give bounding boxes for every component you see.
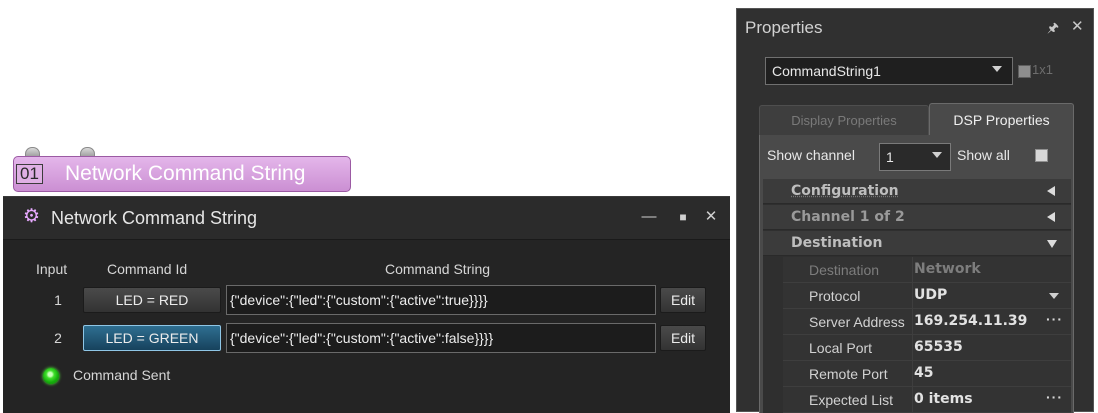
network-command-string-block[interactable]: 01 Network Command String <box>13 156 351 192</box>
minimize-icon[interactable]: — <box>641 209 657 225</box>
section-label: Channel 1 of 2 <box>791 209 905 225</box>
property-name: Remote Port <box>809 366 888 382</box>
property-row-server-address[interactable]: Server Address 169.254.11.39 ··· <box>783 309 1071 335</box>
close-icon[interactable]: ✕ <box>1071 17 1084 35</box>
section-label: Destination <box>791 235 883 251</box>
object-selector-value: CommandString1 <box>772 63 881 79</box>
column-header-input: Input <box>36 261 68 277</box>
ellipsis-icon[interactable]: ··· <box>1046 389 1063 405</box>
show-channel-select[interactable]: 1 <box>879 143 951 171</box>
row-input-number: 1 <box>54 292 62 308</box>
tab-display-properties[interactable]: Display Properties <box>759 105 929 135</box>
status-label: Command Sent <box>73 367 171 383</box>
pin-icon[interactable]: 🖈 <box>1047 19 1059 41</box>
chevron-down-icon <box>992 66 1002 72</box>
property-value: 45 <box>914 365 934 381</box>
edit-button[interactable]: Edit <box>660 287 706 313</box>
maximize-icon[interactable]: ■ <box>675 209 691 225</box>
dialog-title: Network Command String <box>51 208 258 228</box>
show-all-label: Show all <box>957 147 1010 163</box>
property-value: UDP <box>914 287 948 303</box>
grid-1x1-checkbox[interactable] <box>1018 65 1031 78</box>
row-input-number: 2 <box>54 330 62 346</box>
chevron-down-icon <box>1047 240 1057 248</box>
show-channel-value: 1 <box>886 149 894 165</box>
chevron-down-icon <box>932 152 942 158</box>
property-value: 169.254.11.39 <box>914 313 1028 329</box>
command-button-led-red[interactable]: LED = RED <box>83 287 221 313</box>
show-all-checkbox[interactable] <box>1035 149 1048 162</box>
property-name: Expected List <box>809 392 894 408</box>
property-name: Server Address <box>809 314 905 330</box>
close-icon[interactable]: ✕ <box>703 209 719 225</box>
property-grid: Configuration Channel 1 of 2 Destination… <box>763 179 1071 413</box>
properties-panel: Properties 🖈 ✕ CommandString1 1x1 Displa… <box>736 8 1094 413</box>
gear-icon: ⚙ <box>23 206 41 227</box>
object-selector[interactable]: CommandString1 <box>765 57 1013 85</box>
properties-title: Properties <box>745 18 823 37</box>
dialog-title-bar[interactable]: ⚙ Network Command String — ■ ✕ <box>3 197 730 240</box>
property-name: Destination <box>809 262 880 278</box>
property-row-local-port[interactable]: Local Port 65535 <box>783 335 1071 361</box>
status-led-icon <box>43 368 59 384</box>
block-number: 01 <box>16 164 43 184</box>
property-value: Network <box>914 261 981 277</box>
command-button-led-green[interactable]: LED = GREEN <box>83 325 221 351</box>
tab-dsp-properties[interactable]: DSP Properties <box>929 103 1074 135</box>
chevron-down-icon[interactable] <box>1049 293 1059 299</box>
show-channel-label: Show channel <box>767 147 855 163</box>
command-string-input[interactable]: {"device":{"led":{"custom":{"active":tru… <box>226 285 656 315</box>
section-configuration[interactable]: Configuration <box>763 179 1071 204</box>
property-row-remote-port[interactable]: Remote Port 45 <box>783 361 1071 387</box>
column-header-command-id: Command Id <box>107 261 188 277</box>
property-value: 65535 <box>914 339 963 355</box>
grid-1x1-label: 1x1 <box>1032 62 1053 77</box>
section-destination[interactable]: Destination <box>763 231 1071 256</box>
collapse-left-icon <box>1047 212 1055 222</box>
collapse-left-icon <box>1047 186 1055 196</box>
block-title: Network Command String <box>65 162 306 185</box>
network-command-string-dialog: ⚙ Network Command String — ■ ✕ Input Com… <box>3 196 730 413</box>
property-name: Protocol <box>809 288 861 304</box>
property-row-expected-list[interactable]: Expected List 0 items ··· <box>783 387 1071 413</box>
edit-button[interactable]: Edit <box>660 325 706 351</box>
section-channel[interactable]: Channel 1 of 2 <box>763 205 1071 230</box>
section-label: Configuration <box>791 183 899 199</box>
property-name: Local Port <box>809 340 873 356</box>
property-value: 0 items <box>914 391 973 407</box>
property-row-destination: Destination Network <box>783 257 1071 283</box>
command-string-input[interactable]: {"device":{"led":{"custom":{"active":fal… <box>226 323 656 353</box>
column-header-command-string: Command String <box>385 261 491 277</box>
ellipsis-icon[interactable]: ··· <box>1046 311 1063 327</box>
property-row-protocol[interactable]: Protocol UDP <box>783 283 1071 309</box>
